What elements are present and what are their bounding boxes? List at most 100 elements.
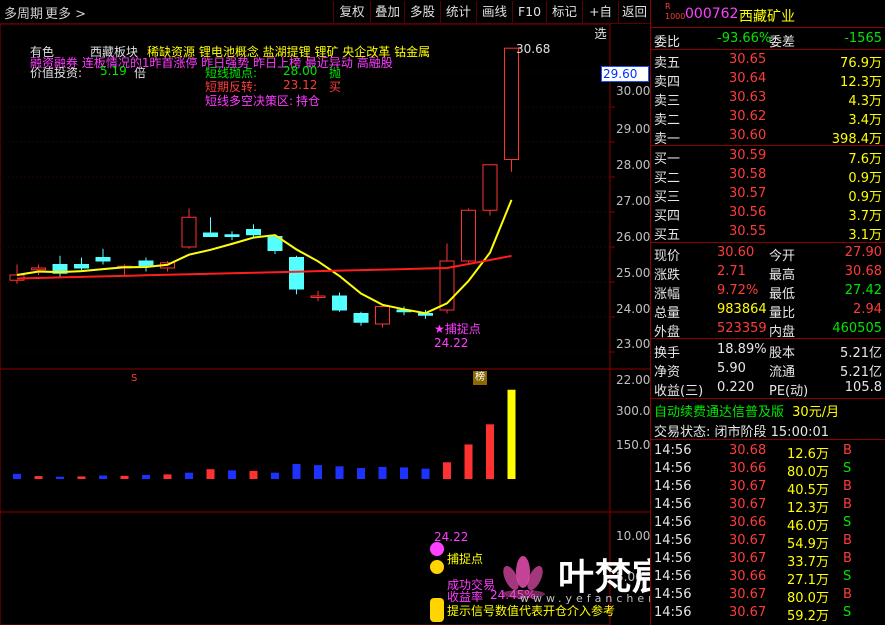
bid-price: 30.58 (729, 167, 767, 182)
price-tick: 26.00 (616, 230, 651, 244)
stat-label: 今开 (769, 249, 796, 264)
tick-price: 30.66 (729, 461, 767, 476)
toolbar-button-3[interactable]: 统计 (440, 1, 476, 23)
volume-bar (464, 444, 473, 479)
bid-price: 30.59 (729, 148, 767, 163)
price-tick: 23.00 (616, 337, 651, 351)
decision-value: 持仓 (296, 94, 321, 108)
price-tick: 29.00 (616, 122, 651, 136)
stat-row: 涨跌 2.71 最高 30.68 (651, 263, 885, 283)
stat-value: 460505 (832, 321, 882, 336)
quote-panel: R 1000 000762 西藏矿业 委比 -93.66% 委差 -1565 卖五… (650, 0, 885, 625)
toolbar-button-8[interactable]: 返回 (618, 1, 650, 23)
stat-row: 净资 5.90 流通 5.21亿 (651, 360, 885, 380)
candle-body (482, 164, 498, 211)
chevron-right-icon: > (75, 7, 87, 22)
price-tick: 28.00 (616, 158, 651, 172)
order-ratio-row: 委比 -93.66% 委差 -1565 (651, 30, 885, 50)
volume-bar (185, 472, 193, 479)
tick-side: S (843, 461, 852, 476)
stat-value: 2.71 (717, 264, 746, 279)
tick-side: S (843, 605, 852, 620)
ratio-label: 委比 (654, 35, 681, 50)
stat-label: 流通 (769, 365, 796, 380)
ratio-value: -93.66% (717, 31, 772, 46)
tick-row: 14:56 30.67 80.0万 B (651, 586, 885, 606)
volume-bar (357, 468, 365, 479)
value-unit: 倍 (134, 66, 147, 80)
tick-volume: 59.2万 (787, 609, 829, 624)
signal-capture: 捕捉点 (447, 552, 484, 566)
more-label: 更多 (45, 7, 72, 22)
stock-name: 西藏矿业 (739, 9, 795, 25)
diff-value: -1565 (844, 31, 882, 46)
tick-row: 14:56 30.67 59.2万 S (651, 604, 885, 624)
tick-row: 14:56 30.66 80.0万 S (651, 460, 885, 480)
toolbar-button-4[interactable]: 画线 (476, 1, 512, 23)
ask-row: 卖三 30.63 4.3万 (651, 89, 885, 109)
tick-price: 30.68 (729, 443, 767, 458)
more-menu[interactable]: 更多 > (45, 3, 86, 22)
tick-price: 30.66 (729, 569, 767, 584)
stat-value: 30.60 (717, 245, 755, 260)
tick-time: 14:56 (654, 461, 692, 476)
signal-icon-3 (430, 598, 444, 622)
stat-label: 量比 (769, 306, 796, 321)
stat-label: 总量 (654, 306, 681, 321)
candle-body (138, 260, 154, 267)
short-turn-tag: 买 (329, 80, 342, 94)
stat-value: 5.21亿 (840, 346, 882, 361)
divider (651, 242, 885, 243)
bid-price: 30.56 (729, 205, 767, 220)
stat-value: 105.8 (844, 380, 882, 395)
stat-value: 5.90 (717, 361, 746, 376)
stat-value: 27.90 (844, 245, 882, 260)
bang-marker-icon: 榜 (473, 371, 487, 385)
stat-value: 5.21亿 (840, 365, 882, 380)
r-badge: R 1000 (665, 2, 686, 21)
tick-time: 14:56 (654, 515, 692, 530)
candle-body (181, 216, 197, 248)
decision-label: 短线多空决策区: (205, 94, 294, 108)
stat-value: 983864 (717, 302, 767, 317)
stat-row: 现价 30.60 今开 27.90 (651, 244, 885, 264)
tick-price: 30.67 (729, 497, 767, 512)
volume-bar (163, 474, 172, 479)
divider (651, 49, 885, 50)
period-selector[interactable]: 多周期 (4, 3, 43, 22)
volume-bar (421, 468, 430, 479)
toolbar-button-5[interactable]: F10 (512, 1, 546, 23)
bid-volume: 7.6万 (848, 152, 882, 167)
price-tick: 30.00 (616, 84, 651, 98)
capture-point-price: 24.22 (434, 336, 469, 350)
tick-price: 30.67 (729, 587, 767, 602)
bid-volume: 0.9万 (848, 171, 882, 186)
toolbar-button-7[interactable]: +自选 (582, 1, 618, 41)
volume-bar (228, 470, 236, 479)
kline-chart[interactable] (0, 23, 650, 625)
bid-row: 买四 30.56 3.7万 (651, 204, 885, 224)
s-marker: S (131, 373, 138, 384)
ad-banner[interactable]: 自动续费通达信普及版 30元/月 (654, 401, 839, 420)
tick-price: 30.67 (729, 533, 767, 548)
stat-label: 涨幅 (654, 287, 681, 302)
stat-label: 涨跌 (654, 268, 681, 283)
ask-label: 卖二 (654, 113, 681, 128)
toolbar-button-1[interactable]: 叠加 (370, 1, 404, 23)
toolbar-button-6[interactable]: 标记 (546, 1, 582, 23)
bid-volume: 3.7万 (848, 209, 882, 224)
ad-text: 自动续费通达信普及版 (654, 405, 785, 420)
toolbar-button-0[interactable]: 复权 (333, 1, 370, 23)
ask-volume: 3.4万 (848, 113, 882, 128)
tick-price: 30.66 (729, 515, 767, 530)
ask-volume: 12.3万 (840, 75, 882, 90)
candle-body (246, 229, 261, 236)
tick-side: B (843, 497, 852, 512)
bid-label: 买四 (654, 209, 681, 224)
volume-bar (378, 466, 387, 479)
tick-row: 14:56 30.66 27.1万 S (651, 568, 885, 588)
candle-body (224, 234, 240, 237)
ask-label: 卖三 (654, 94, 681, 109)
toolbar-button-2[interactable]: 多股 (404, 1, 440, 23)
tick-time: 14:56 (654, 605, 692, 620)
